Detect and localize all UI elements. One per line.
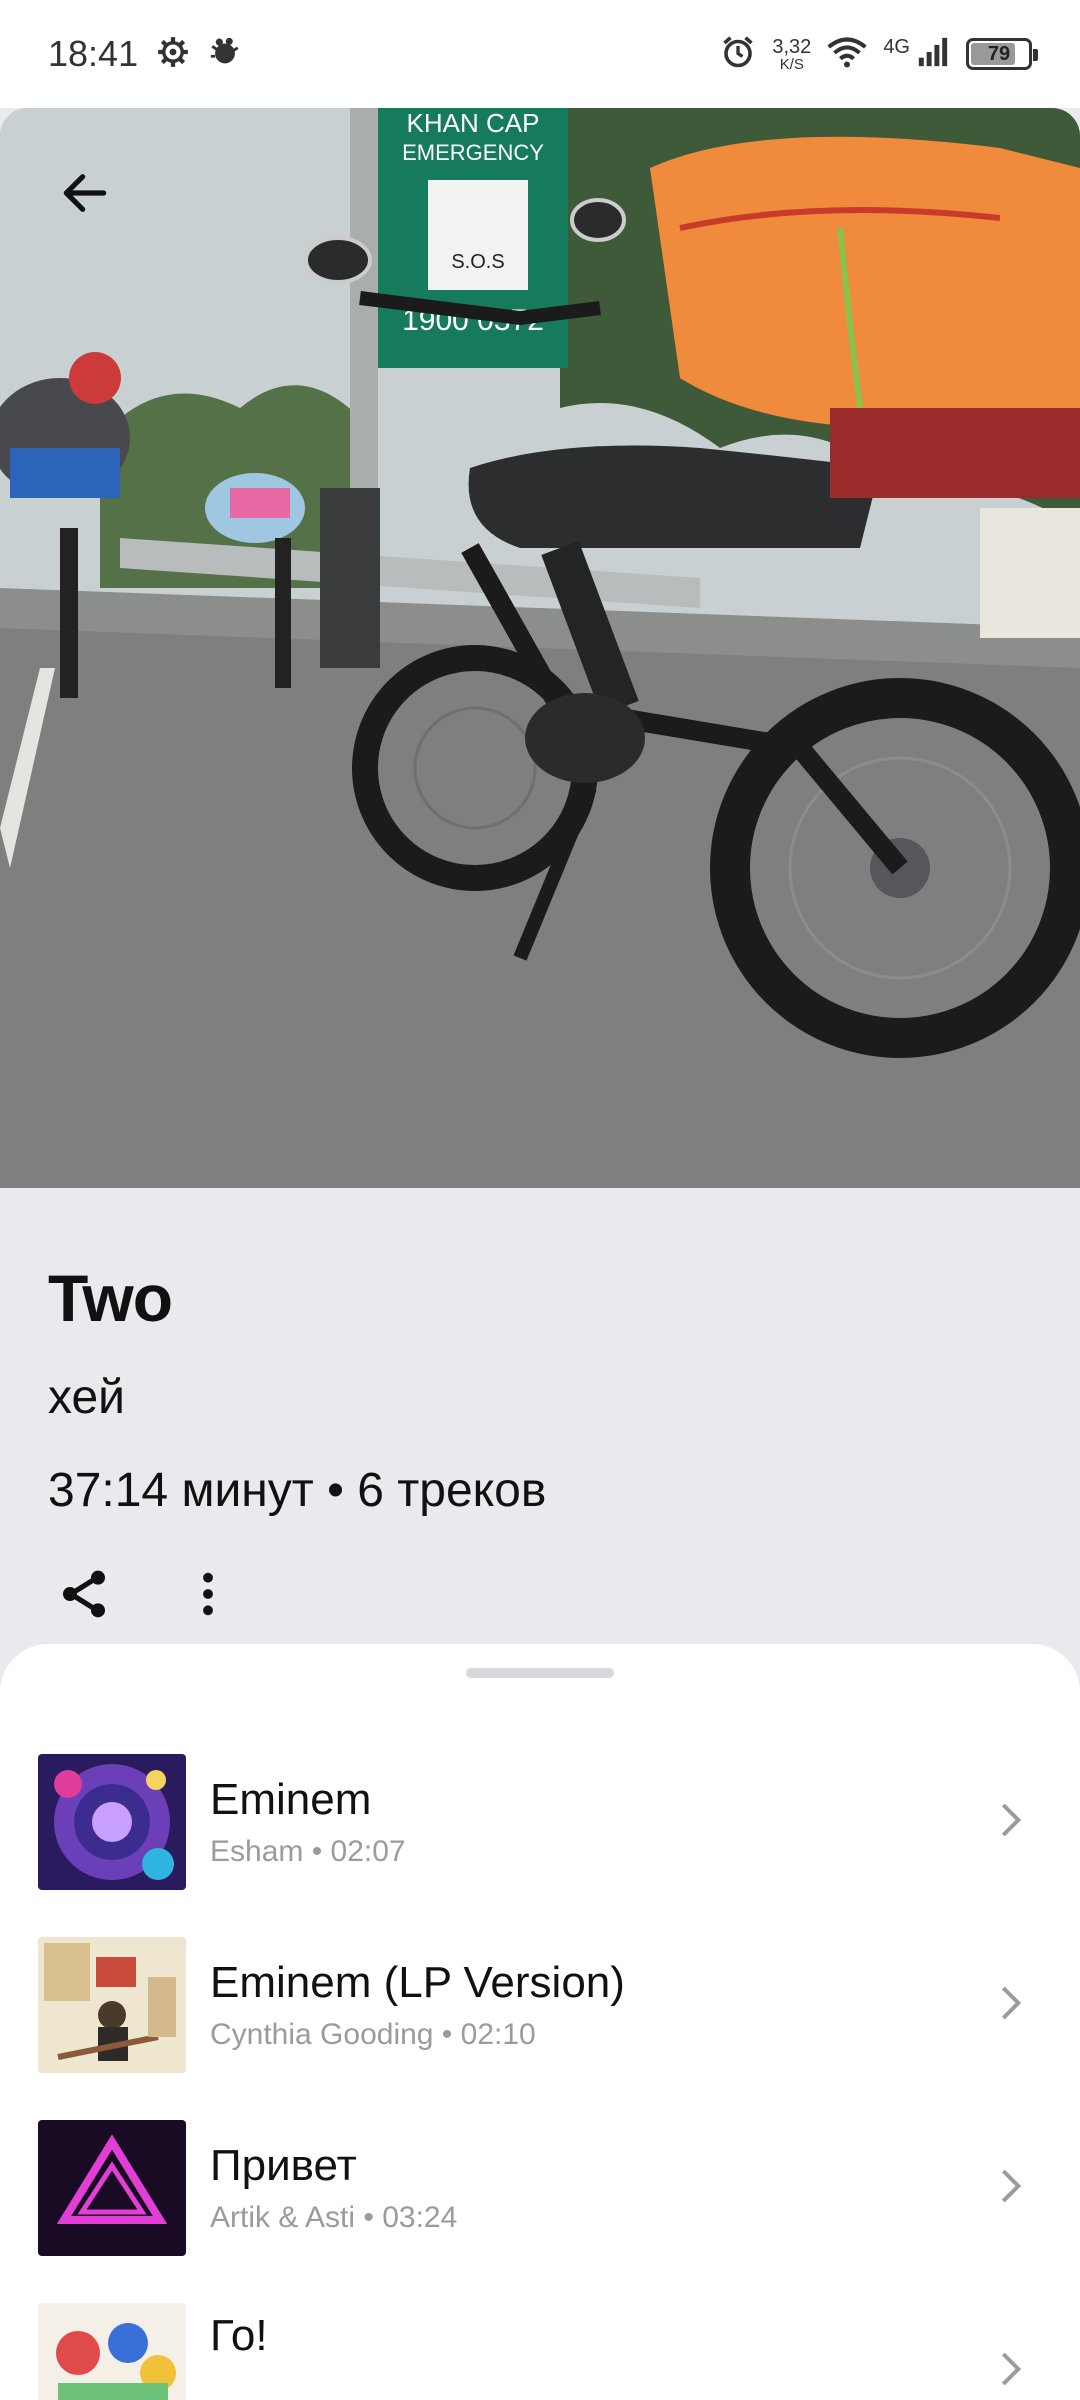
chevron-right-icon	[990, 2166, 1030, 2211]
back-button[interactable]	[40, 150, 130, 240]
playlist-description: хей	[48, 1371, 125, 1424]
svg-text:EMERGENCY: EMERGENCY	[402, 140, 544, 165]
more-vertical-icon	[180, 1566, 236, 1627]
network-speed: 3,32 K/S	[772, 37, 811, 72]
playlist-header: Two хей 37:14 минут • 6 треков	[48, 1260, 1032, 1518]
network-speed-unit: K/S	[779, 55, 804, 73]
track-row[interactable]: Привет Artik & Asti • 03:24	[0, 2108, 1080, 2268]
track-subline: Artik & Asti • 03:24	[210, 2201, 458, 2234]
track-open-button[interactable]	[980, 1792, 1040, 1852]
more-options-button[interactable]	[172, 1560, 244, 1632]
track-row[interactable]: Eminem (LP Version) Cynthia Gooding • 02…	[0, 1925, 1080, 2085]
signal-icon	[916, 35, 950, 74]
bug-icon	[208, 35, 242, 74]
share-icon	[56, 1566, 112, 1627]
playlist-title: Two	[48, 1261, 173, 1335]
network-type: 4G	[883, 35, 910, 58]
network-speed-value: 3,32	[772, 35, 812, 58]
status-time: 18:41	[48, 33, 139, 74]
svg-text:KHAN CAP: KHAN CAP	[407, 108, 540, 138]
track-title: Eminem	[210, 1775, 372, 1824]
track-cover	[38, 2303, 186, 2400]
track-cover	[38, 1754, 186, 1890]
tracks-sheet[interactable]: Eminem Esham • 02:07 Eminem (LP Version)…	[0, 1644, 1080, 2400]
track-open-button[interactable]	[980, 2158, 1040, 2218]
track-subline: Esham • 02:07	[210, 1835, 406, 1868]
share-button[interactable]	[48, 1560, 120, 1632]
playlist-actions	[48, 1560, 244, 1632]
svg-text:S.O.S: S.O.S	[451, 251, 504, 273]
alarm-icon	[720, 34, 756, 75]
status-bar: 18:41 3,32 K/S 4G 79	[0, 0, 1080, 108]
track-subline: Cynthia Gooding • 02:10	[210, 2018, 536, 2051]
track-cover	[38, 1937, 186, 2073]
track-row[interactable]: Го!	[0, 2291, 1080, 2400]
battery-indicator: 79	[966, 38, 1038, 70]
chevron-right-icon	[990, 1983, 1030, 2028]
battery-level: 79	[987, 42, 1011, 65]
gear-icon	[156, 35, 190, 74]
track-open-button[interactable]	[980, 1975, 1040, 2035]
track-row[interactable]: Eminem Esham • 02:07	[0, 1742, 1080, 1902]
playlist-cover-image: KHAN CAP EMERGENCY S.O.S 1900 0372	[0, 108, 1080, 1188]
arrow-left-icon	[57, 165, 113, 226]
chevron-right-icon	[990, 2349, 1030, 2394]
track-title: Eminem (LP Version)	[210, 1958, 625, 2007]
chevron-right-icon	[990, 1800, 1030, 1845]
playlist-meta: 37:14 минут • 6 треков	[48, 1464, 547, 1517]
sheet-drag-handle[interactable]	[466, 1668, 614, 1678]
track-open-button[interactable]	[980, 2341, 1040, 2400]
wifi-icon	[827, 35, 867, 74]
track-title: Привет	[210, 2141, 357, 2190]
track-title: Го!	[210, 2311, 268, 2360]
track-cover	[38, 2120, 186, 2256]
